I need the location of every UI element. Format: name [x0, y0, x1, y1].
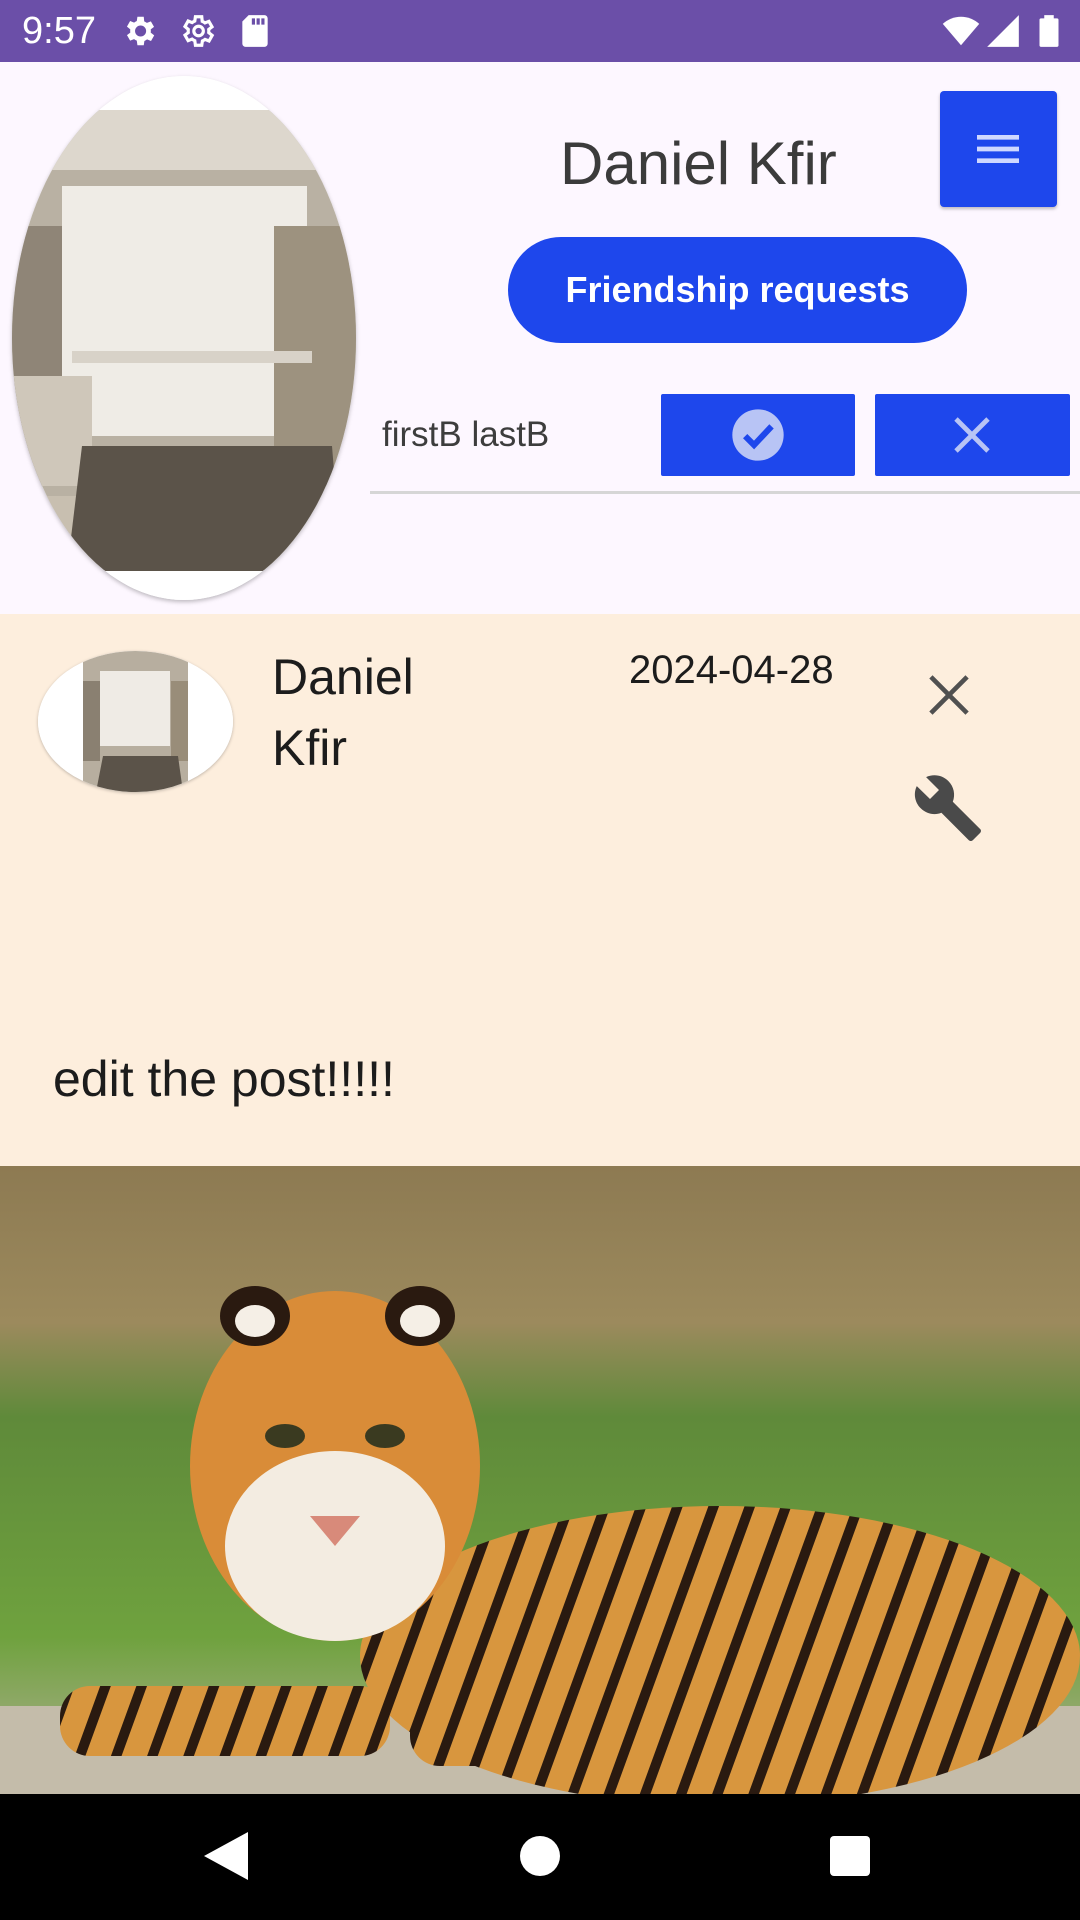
friend-request-name: firstB lastB: [382, 415, 550, 454]
tiger-photo: [0, 1166, 1080, 1794]
status-bar: [0, 0, 1080, 62]
recents-icon[interactable]: [830, 1836, 870, 1876]
post-image: [0, 1166, 1080, 1794]
hamburger-menu-icon: [977, 135, 1019, 163]
wifi-icon: [942, 16, 980, 46]
settings-gear-outline-icon: [182, 15, 215, 47]
room-photo: [38, 651, 233, 792]
decline-request-button[interactable]: [875, 394, 1070, 476]
friendship-requests-button[interactable]: Friendship requests: [508, 237, 967, 343]
divider: [370, 491, 1080, 494]
post-date: 2024-04-28: [629, 648, 834, 692]
room-photo: [12, 76, 356, 600]
close-icon: [929, 675, 969, 715]
menu-button[interactable]: [940, 91, 1057, 207]
settings-gear-icon: [126, 16, 155, 46]
sd-card-icon: [242, 15, 268, 47]
check-circle-icon: [732, 409, 784, 461]
user-name: Daniel Kfir: [560, 130, 837, 197]
post-text: edit the post!!!!!: [53, 1051, 395, 1107]
accept-request-button[interactable]: [661, 394, 855, 476]
post-author-name: Daniel Kfir: [272, 649, 414, 776]
profile-picture: [12, 76, 356, 600]
home-icon[interactable]: [520, 1836, 560, 1876]
close-icon: [954, 417, 990, 453]
battery-icon: [1039, 15, 1059, 47]
back-icon[interactable]: [204, 1832, 248, 1880]
cell-signal-icon: [987, 15, 1019, 47]
edit-post-button[interactable]: [912, 772, 984, 844]
wrench-icon: [914, 775, 981, 841]
post-author-avatar: [38, 651, 233, 792]
delete-post-button[interactable]: [918, 664, 980, 726]
status-time: 9:57: [22, 10, 96, 52]
